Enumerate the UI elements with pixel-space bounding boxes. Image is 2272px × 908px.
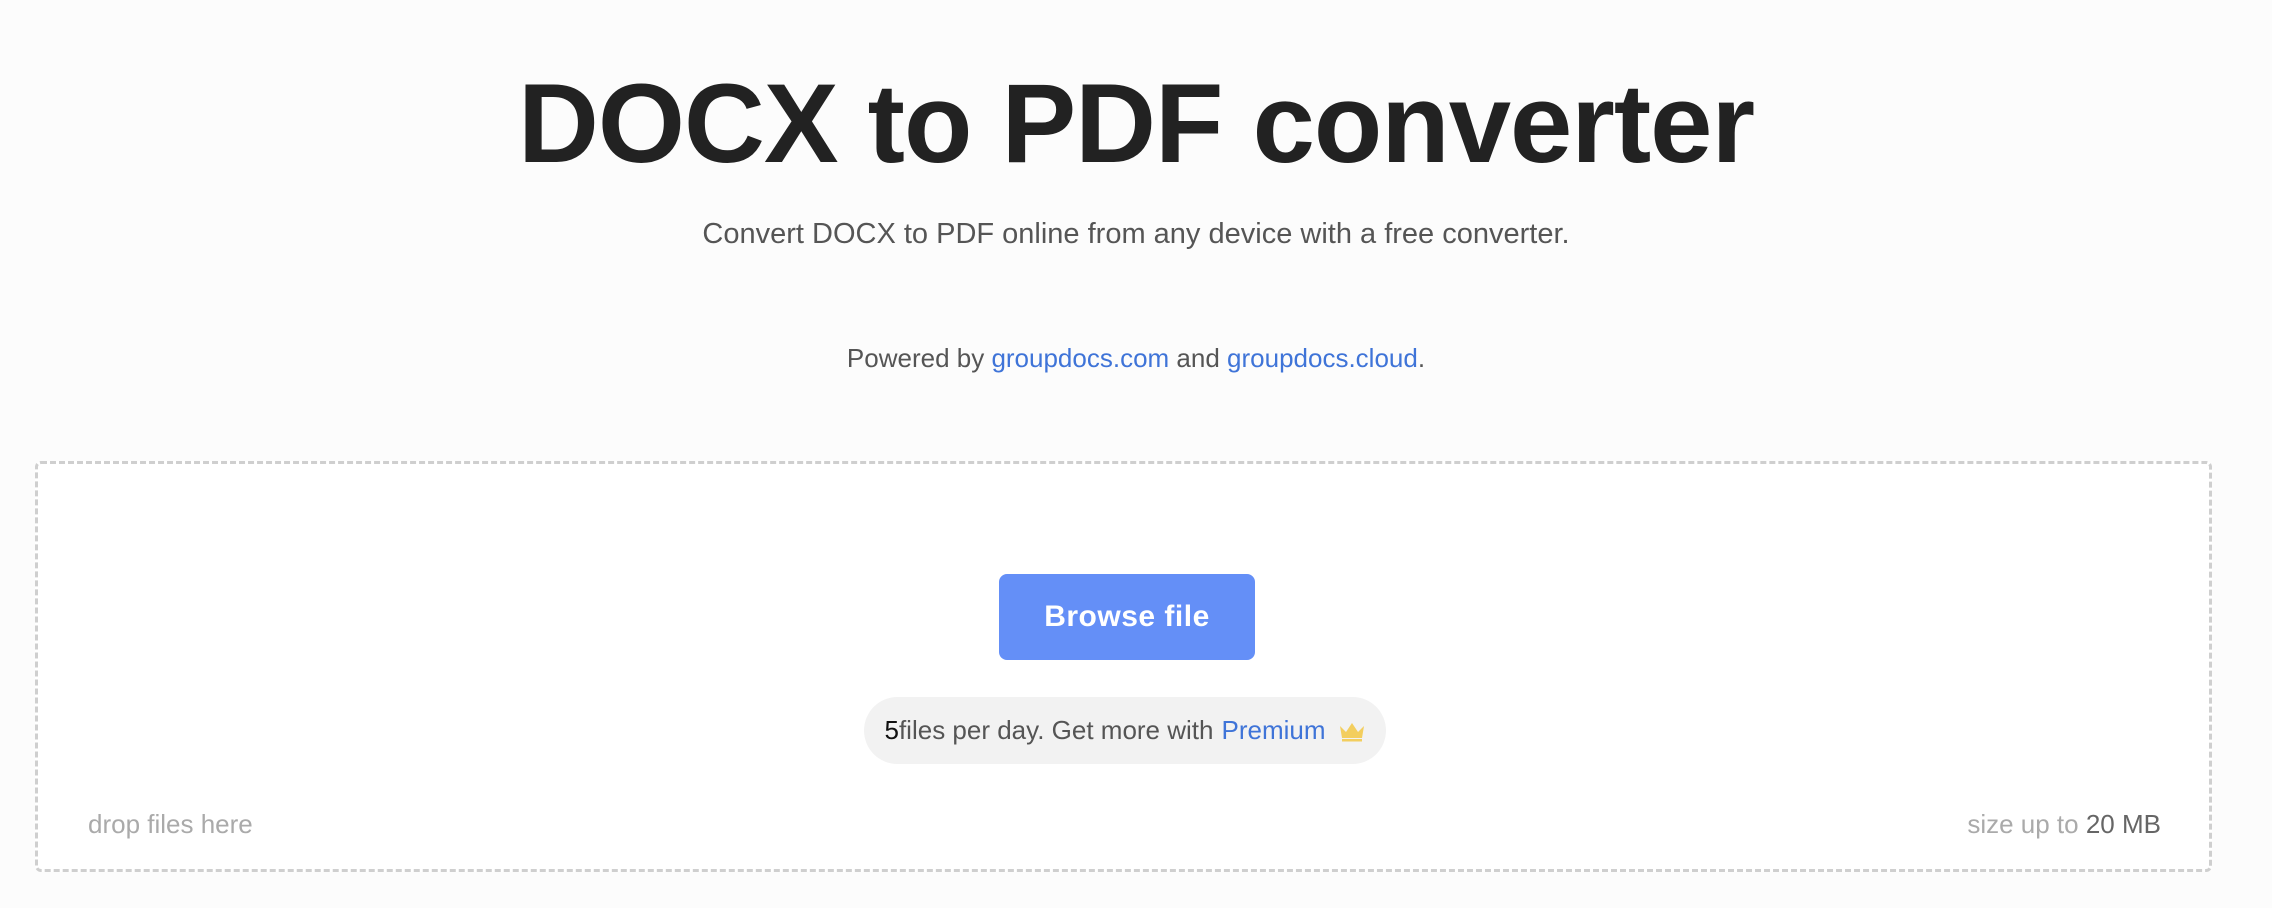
premium-link[interactable]: Premium xyxy=(1221,715,1325,746)
size-limit: size up to 20 MB xyxy=(1967,807,2161,841)
powered-suffix: . xyxy=(1417,343,1426,373)
groupdocs-cloud-link[interactable]: groupdocs.cloud xyxy=(1227,343,1418,373)
crown-icon xyxy=(1339,722,1364,741)
daily-quota-badge: 5 files per day. Get more with Premium xyxy=(864,697,1386,764)
drop-files-hint: drop files here xyxy=(88,809,253,839)
size-limit-prefix: size up to xyxy=(1967,809,2086,839)
page-title: DOCX to PDF converter xyxy=(517,61,1755,186)
quota-count: 5 xyxy=(884,715,899,745)
powered-by: Powered by groupdocs.com and groupdocs.c… xyxy=(0,340,2272,376)
quota-text: files per day. Get more with xyxy=(898,715,1214,745)
page-subtitle: Convert DOCX to PDF online from any devi… xyxy=(702,218,1570,250)
browse-file-button[interactable]: Browse file xyxy=(999,574,1255,660)
powered-middle: and xyxy=(1169,343,1228,373)
file-drop-zone[interactable]: Browse file 5 files per day. Get more wi… xyxy=(35,461,2212,872)
powered-prefix: Powered by xyxy=(846,343,992,373)
groupdocs-com-link[interactable]: groupdocs.com xyxy=(991,343,1169,373)
page: DOCX to PDF converter Convert DOCX to PD… xyxy=(0,0,2272,908)
size-limit-value: 20 MB xyxy=(2085,809,2161,839)
